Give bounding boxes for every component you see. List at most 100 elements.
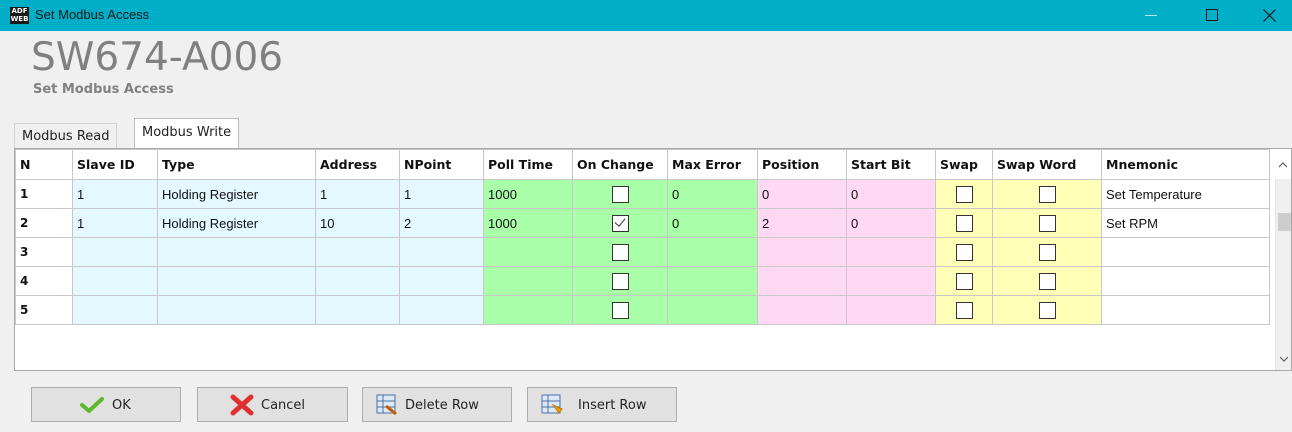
cell-npoint[interactable] (399, 295, 484, 325)
cell-type[interactable] (157, 295, 316, 325)
cell-swap[interactable] (935, 237, 993, 267)
cell-swap[interactable] (935, 266, 993, 296)
cell-poll-time[interactable] (483, 266, 573, 296)
on-change-checkbox[interactable] (611, 272, 629, 290)
cell-type[interactable]: Holding Register (157, 179, 316, 209)
cell-on-change[interactable] (572, 295, 668, 325)
cell-mnemonic[interactable]: Set RPM (1101, 208, 1270, 238)
cell-start-bit[interactable] (846, 266, 936, 296)
scroll-down-icon[interactable] (1280, 355, 1288, 363)
cell-mnemonic[interactable] (1101, 295, 1270, 325)
scroll-up-icon[interactable] (1279, 161, 1287, 169)
swap-word-checkbox[interactable] (1038, 301, 1056, 319)
cell-max-error[interactable] (667, 295, 758, 325)
on-change-checkbox[interactable] (611, 214, 629, 232)
cell-npoint[interactable] (399, 237, 484, 267)
cell-mnemonic[interactable] (1101, 237, 1270, 267)
cell-on-change[interactable] (572, 266, 668, 296)
cell-address[interactable]: 1 (315, 179, 400, 209)
cell-on-change[interactable] (572, 237, 668, 267)
col-header[interactable]: N (15, 149, 73, 180)
close-button[interactable] (1246, 0, 1292, 31)
col-header[interactable]: On Change (572, 149, 668, 180)
col-header[interactable]: Slave ID (72, 149, 158, 180)
col-header[interactable]: NPoint (399, 149, 484, 180)
cell-swap-word[interactable] (992, 266, 1102, 296)
ok-button[interactable]: OK (31, 387, 181, 422)
swap-word-checkbox[interactable] (1038, 214, 1056, 232)
cell-position[interactable] (757, 237, 847, 267)
cell-max-error[interactable] (667, 237, 758, 267)
cell-swap-word[interactable] (992, 179, 1102, 209)
cell-position[interactable]: 0 (757, 179, 847, 209)
cell-max-error[interactable] (667, 266, 758, 296)
tab-modbus-read[interactable]: Modbus Read (14, 123, 118, 148)
cell-position[interactable] (757, 295, 847, 325)
swap-word-checkbox[interactable] (1038, 185, 1056, 203)
swap-word-checkbox[interactable] (1038, 272, 1056, 290)
cell-poll-time[interactable]: 1000 (483, 179, 573, 209)
col-header[interactable]: Poll Time (483, 149, 573, 180)
cell-start-bit[interactable] (846, 237, 936, 267)
swap-checkbox[interactable] (955, 185, 973, 203)
swap-checkbox[interactable] (955, 243, 973, 261)
table-row[interactable]: 5 (15, 295, 1270, 325)
col-header[interactable]: Swap Word (992, 149, 1102, 180)
tab-modbus-write[interactable]: Modbus Write (134, 118, 240, 149)
col-header[interactable]: Start Bit (846, 149, 936, 180)
cell-address[interactable]: 10 (315, 208, 400, 238)
on-change-checkbox[interactable] (611, 243, 629, 261)
cell-slave-id[interactable]: 1 (72, 179, 158, 209)
cell-mnemonic[interactable] (1101, 266, 1270, 296)
cell-slave-id[interactable]: 1 (72, 208, 158, 238)
cell-poll-time[interactable]: 1000 (483, 208, 573, 238)
swap-checkbox[interactable] (955, 301, 973, 319)
delete-row-button[interactable]: Delete Row (362, 387, 512, 422)
cell-type[interactable] (157, 266, 316, 296)
table-row[interactable]: 2 1 Holding Register 10 2 1000 0 2 0 Set RPM (15, 208, 1270, 238)
cell-mnemonic[interactable]: Set Temperature (1101, 179, 1270, 209)
insert-row-button[interactable]: Insert Row (527, 387, 677, 422)
minimize-button[interactable] (1129, 0, 1175, 31)
swap-checkbox[interactable] (955, 214, 973, 232)
cell-max-error[interactable]: 0 (667, 179, 758, 209)
table-row[interactable]: 3 (15, 237, 1270, 267)
cell-swap[interactable] (935, 179, 993, 209)
cell-swap-word[interactable] (992, 208, 1102, 238)
col-header[interactable]: Max Error (667, 149, 758, 180)
cell-npoint[interactable]: 1 (399, 179, 484, 209)
cell-npoint[interactable]: 2 (399, 208, 484, 238)
cancel-button[interactable]: Cancel (197, 387, 348, 422)
cell-type[interactable]: Holding Register (157, 208, 316, 238)
on-change-checkbox[interactable] (611, 301, 629, 319)
cell-start-bit[interactable] (846, 295, 936, 325)
col-header[interactable]: Position (757, 149, 847, 180)
swap-checkbox[interactable] (955, 272, 973, 290)
maximize-button[interactable] (1189, 0, 1235, 31)
cell-swap[interactable] (935, 208, 993, 238)
cell-poll-time[interactable] (483, 237, 573, 267)
cell-max-error[interactable]: 0 (667, 208, 758, 238)
on-change-checkbox[interactable] (611, 185, 629, 203)
cell-type[interactable] (157, 237, 316, 267)
cell-swap-word[interactable] (992, 295, 1102, 325)
cell-npoint[interactable] (399, 266, 484, 296)
cell-start-bit[interactable]: 0 (846, 179, 936, 209)
cell-address[interactable] (315, 266, 400, 296)
cell-position[interactable] (757, 266, 847, 296)
col-header[interactable]: Address (315, 149, 400, 180)
col-header[interactable]: Swap (935, 149, 993, 180)
cell-slave-id[interactable] (72, 266, 158, 296)
cell-on-change[interactable] (572, 208, 668, 238)
vertical-scrollbar[interactable] (1275, 179, 1291, 370)
cell-slave-id[interactable] (72, 295, 158, 325)
cell-address[interactable] (315, 237, 400, 267)
cell-swap-word[interactable] (992, 237, 1102, 267)
cell-address[interactable] (315, 295, 400, 325)
cell-start-bit[interactable]: 0 (846, 208, 936, 238)
cell-on-change[interactable] (572, 179, 668, 209)
table-row[interactable]: 1 1 Holding Register 1 1 1000 0 0 0 Set Temperatu… (15, 179, 1270, 209)
scrollbar-thumb[interactable] (1278, 213, 1291, 231)
table-row[interactable]: 4 (15, 266, 1270, 296)
col-header[interactable]: Type (157, 149, 316, 180)
